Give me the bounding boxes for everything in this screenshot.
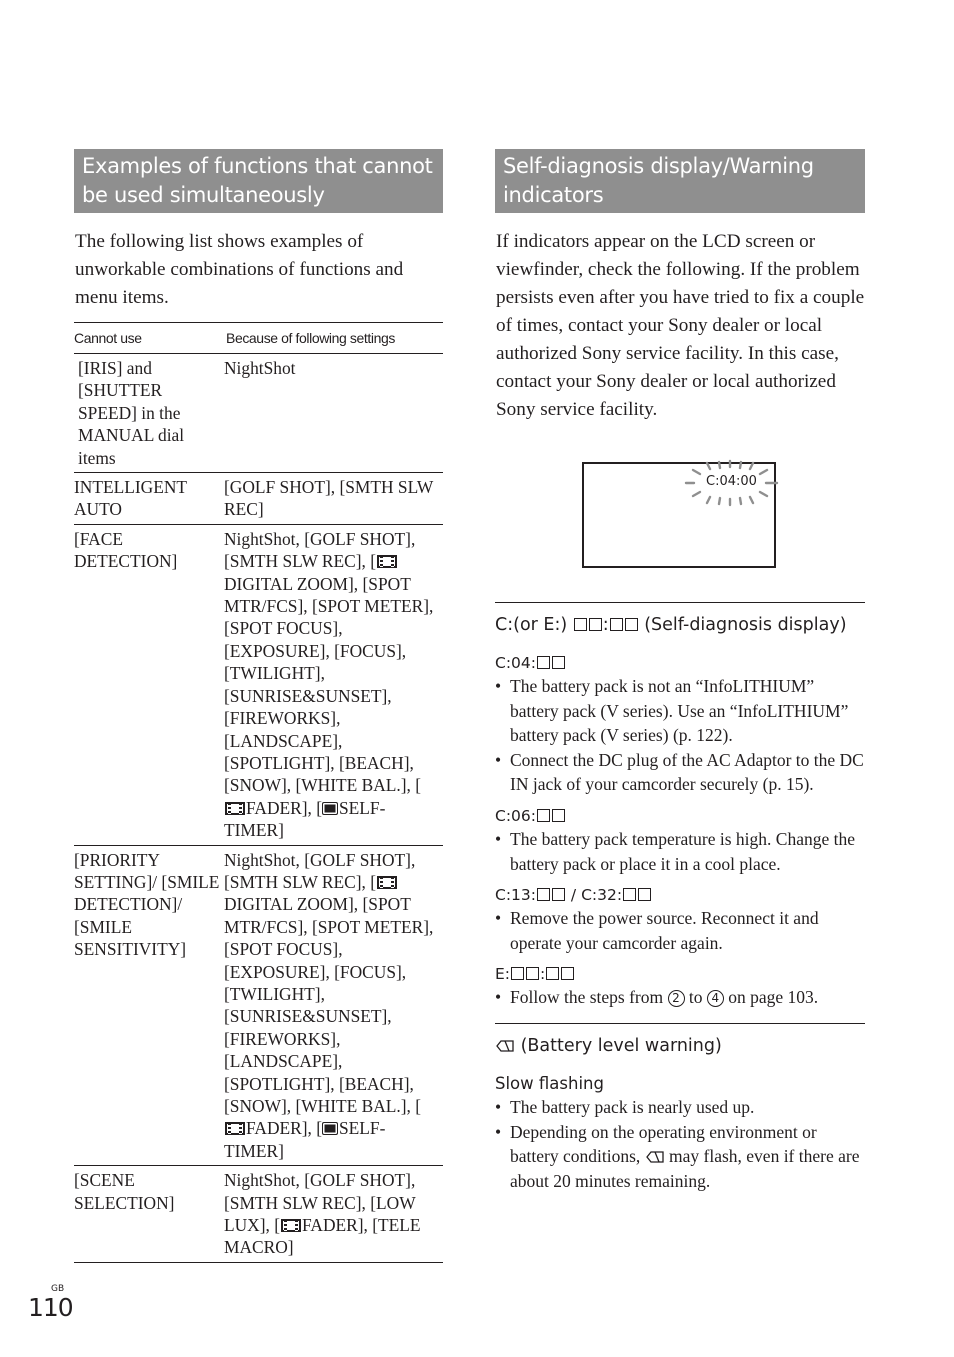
incompatible-functions-table: Cannot use Because of following settings… bbox=[74, 322, 443, 1263]
cell-because: [GOLF SHOT], [SMTH SLW REC] bbox=[224, 473, 443, 524]
column-header-cannot-use: Cannot use bbox=[74, 330, 142, 346]
lcd-illustration: C:04:00 bbox=[582, 459, 779, 568]
bullet-text: to bbox=[684, 987, 707, 1008]
cell-cannot-use: [SCENE SELECTION] bbox=[74, 1170, 175, 1213]
heading-suffix: (Self-diagnosis display) bbox=[638, 615, 847, 635]
bullet-item: Connect the DC plug of the AC Adaptor to… bbox=[495, 748, 865, 797]
table-body: [IRIS] and [SHUTTER SPEED] in the MANUAL… bbox=[74, 354, 443, 1263]
cell-text: DIGITAL ZOOM], [SPOT MTR/FCS], [SPOT MET… bbox=[224, 573, 434, 796]
digit-placeholder-icon bbox=[552, 888, 565, 902]
cell-cannot-use: [PRIORITY SETTING]/ [SMILE DETECTION]/ [… bbox=[74, 849, 220, 960]
step-2-icon: 2 bbox=[667, 990, 685, 1008]
table-header: Cannot use Because of following settings bbox=[74, 323, 443, 354]
cell-text: NightShot bbox=[224, 358, 296, 378]
divider bbox=[495, 602, 865, 603]
cell-text: FADER], [ bbox=[246, 1118, 322, 1139]
digit-placeholder-icon bbox=[552, 808, 565, 822]
bullet-text: on page 103. bbox=[723, 987, 819, 1008]
film-icon bbox=[377, 875, 398, 889]
divider bbox=[495, 1022, 865, 1024]
battery-warning-heading: (Battery level warning) bbox=[495, 1034, 865, 1058]
left-column: Examples of functions that cannot be use… bbox=[74, 149, 443, 1263]
cell-because: NightShot bbox=[224, 354, 443, 472]
table-row: [FACE DETECTION] NightShot, [GOLF SHOT], … bbox=[74, 525, 443, 846]
digit-placeholder-icon bbox=[546, 967, 560, 981]
step-4-icon: 4 bbox=[706, 990, 724, 1008]
cell-cannot-use: [FACE DETECTION] bbox=[74, 528, 178, 572]
self-diagnosis-intro: If indicators appear on the LCD screen o… bbox=[496, 231, 865, 420]
digit-placeholder-icon bbox=[573, 618, 587, 631]
slow-flashing-label: Slow flashing bbox=[495, 1073, 604, 1093]
cell-text: [GOLF SHOT], [SMTH SLW REC] bbox=[224, 477, 434, 520]
self-timer-icon bbox=[322, 801, 338, 815]
digit-placeholder-icon bbox=[638, 888, 652, 902]
digit-placeholder-icon bbox=[624, 618, 638, 631]
digit-placeholder-icon bbox=[537, 808, 550, 822]
section-heading-self-diagnosis: Self-diagnosis display/Warning indicator… bbox=[495, 149, 865, 213]
page-number: 110 bbox=[28, 1293, 74, 1322]
bullet-item: Depending on the operating environment o… bbox=[495, 1120, 865, 1194]
code-label-text: E: bbox=[495, 965, 511, 984]
table-row: [IRIS] and [SHUTTER SPEED] in the MANUAL… bbox=[74, 354, 443, 474]
self-diagnosis-section: C:(or E:) : (Self-diagnosis display) C:0… bbox=[495, 602, 865, 1193]
cell-text: DIGITAL ZOOM], [SPOT MTR/FCS], [SPOT MET… bbox=[224, 894, 434, 1116]
code-label-c04: C:04: bbox=[495, 652, 865, 674]
cell-cannot-use: [IRIS] and [SHUTTER SPEED] in the MANUAL… bbox=[78, 358, 185, 468]
cell-cannot-use: INTELLIGENT AUTO bbox=[74, 477, 187, 520]
intro-paragraph: The following list shows examples of unw… bbox=[75, 231, 404, 308]
digit-placeholder-icon bbox=[537, 656, 550, 669]
code-label-c13-c32: C:13: / C:32: bbox=[495, 884, 865, 906]
cell-because: NightShot, [GOLF SHOT], [SMTH SLW REC], … bbox=[224, 525, 443, 845]
code-label-c06: C:06: bbox=[495, 805, 865, 827]
code-label-text: / C:32: bbox=[566, 886, 623, 905]
heading-prefix: C:(or E:) bbox=[495, 615, 573, 635]
column-header-because: Because of following settings bbox=[226, 330, 395, 346]
table-row: [SCENE SELECTION] NightShot, [GOLF SHOT],… bbox=[74, 1166, 443, 1263]
code-label-text: C:13: bbox=[495, 886, 536, 905]
bullet-item: The battery pack is nearly used up. bbox=[495, 1095, 865, 1120]
table-row: [PRIORITY SETTING]/ [SMILE DETECTION]/ [… bbox=[74, 846, 443, 1167]
code-label-text: C:06: bbox=[495, 806, 536, 825]
bullet-item: Remove the power source. Reconnect it an… bbox=[495, 906, 865, 955]
bullet-item: The battery pack is not an “InfoLITHIUM”… bbox=[495, 674, 865, 748]
cell-because: NightShot, [GOLF SHOT], [SMTH SLW REC], … bbox=[224, 846, 443, 1166]
self-diagnosis-heading: C:(or E:) : (Self-diagnosis display) bbox=[495, 615, 847, 635]
film-icon bbox=[281, 1219, 302, 1233]
digit-placeholder-icon bbox=[623, 888, 637, 902]
code-label-e: E:: bbox=[495, 963, 865, 985]
digit-placeholder-icon bbox=[552, 656, 565, 669]
lcd-error-code: C:04:00 bbox=[706, 474, 757, 489]
table-row: INTELLIGENT AUTO [GOLF SHOT], [SMTH SLW R… bbox=[74, 473, 443, 525]
cell-because: NightShot, [GOLF SHOT], [SMTH SLW REC], … bbox=[224, 1166, 443, 1262]
film-icon bbox=[225, 801, 245, 815]
self-timer-icon bbox=[322, 1122, 338, 1136]
battery-heading-text: (Battery level warning) bbox=[520, 1035, 722, 1056]
section-heading-incompatible-functions: Examples of functions that cannot be use… bbox=[74, 149, 443, 213]
digit-placeholder-icon bbox=[526, 967, 540, 981]
code-label-text: C:04: bbox=[495, 654, 536, 672]
film-icon bbox=[225, 1122, 245, 1136]
digit-placeholder-icon bbox=[537, 888, 550, 902]
digit-placeholder-icon bbox=[609, 618, 623, 631]
film-icon bbox=[377, 555, 398, 569]
battery-empty-icon bbox=[496, 1040, 514, 1052]
cell-text: FADER], [ bbox=[246, 797, 322, 818]
bullet-item: The battery pack temperature is high. Ch… bbox=[495, 827, 865, 876]
bullet-text: Follow the steps from bbox=[510, 987, 668, 1008]
right-column: Self-diagnosis display/Warning indicator… bbox=[495, 149, 865, 424]
digit-placeholder-icon bbox=[561, 967, 575, 981]
battery-empty-icon bbox=[645, 1151, 664, 1163]
digit-placeholder-icon bbox=[588, 618, 602, 631]
bullet-item: Follow the steps from 2 to 4 on page 103… bbox=[495, 985, 865, 1010]
digit-placeholder-icon bbox=[511, 967, 525, 981]
